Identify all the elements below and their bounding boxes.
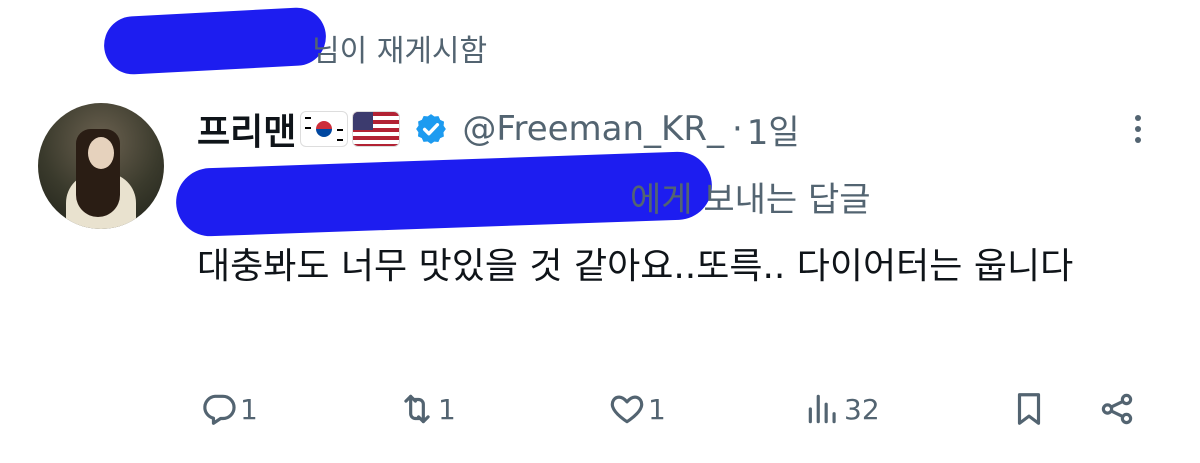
- reply-count: 1: [240, 392, 258, 426]
- reply-button[interactable]: 1: [200, 386, 258, 432]
- tweet-timestamp[interactable]: 1일: [747, 105, 800, 154]
- verified-badge-icon: [416, 114, 447, 144]
- bookmark-icon: [1017, 393, 1041, 425]
- reply-context-text: 에게 보내는 답글: [630, 180, 871, 220]
- bookmark-button[interactable]: [1010, 386, 1048, 432]
- south-korea-flag-icon: [300, 111, 349, 147]
- views-count: 32: [844, 392, 880, 426]
- user-handle[interactable]: @Freeman_KR_: [462, 109, 724, 149]
- redacted-username-repost: [102, 6, 328, 76]
- tweet-text: 대충봐도 너무 맛있을 것 같아요..또륵.. 다이어터는 웁니다: [197, 246, 1074, 287]
- views-button[interactable]: 32: [804, 386, 880, 432]
- share-button[interactable]: [1098, 386, 1136, 432]
- display-name[interactable]: 프리맨: [197, 103, 296, 155]
- share-icon: [1101, 393, 1133, 425]
- repost-count: 1: [438, 392, 456, 426]
- tweet-action-bar: 1 1 1 32: [0, 386, 1200, 432]
- usa-flag-icon: [352, 111, 401, 147]
- repost-icon: [404, 394, 430, 424]
- heart-icon: [610, 395, 644, 424]
- repost-button[interactable]: 1: [398, 386, 456, 432]
- reply-icon: [203, 394, 236, 425]
- like-count: 1: [648, 392, 666, 426]
- separator-dot: ·: [731, 109, 743, 149]
- repost-indicator-text: 님이 재게시함: [312, 34, 488, 69]
- avatar[interactable]: [38, 103, 164, 229]
- like-button[interactable]: 1: [608, 386, 666, 432]
- tweet-header: 프리맨 @Freeman_KR_ · 1일: [197, 104, 800, 154]
- views-chart-icon: [808, 394, 836, 424]
- more-options-icon[interactable]: [1128, 110, 1148, 154]
